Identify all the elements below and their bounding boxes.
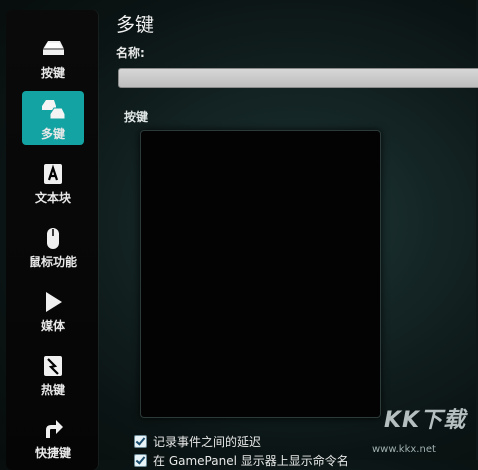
- sidebar-item-label: 热键: [40, 383, 65, 397]
- sidebar-item-textblock[interactable]: 文本块: [22, 155, 84, 209]
- keys-recording-area[interactable]: [140, 130, 381, 418]
- sidebar-item-key[interactable]: 按键: [22, 30, 84, 84]
- keys-label: 按键: [124, 110, 149, 124]
- checkbox-label: 记录事件之间的延迟: [153, 435, 262, 449]
- sidebar-item-label: 鼠标功能: [28, 255, 77, 269]
- hotkey-icon: [44, 356, 62, 376]
- sidebar-item-mouse[interactable]: 鼠标功能: [22, 219, 84, 273]
- key-icon: [43, 41, 64, 55]
- checkbox-checked[interactable]: [134, 454, 147, 467]
- sidebar-item-media[interactable]: 媒体: [22, 283, 84, 337]
- shortcut-arrow-icon: [46, 420, 63, 438]
- play-icon: [46, 292, 62, 312]
- sidebar-item-label: 多键: [40, 127, 65, 141]
- sidebar-item-label: 媒体: [40, 319, 65, 333]
- checkbox-checked[interactable]: [134, 435, 147, 448]
- multi-key-icon: [42, 100, 66, 120]
- checkbox-label: 在 GamePanel 显示器上显示命令名: [153, 454, 349, 468]
- watermark-url: www.kkx.net: [372, 444, 436, 455]
- show-command-name-checkbox[interactable]: 在 GamePanel 显示器上显示命令名: [134, 452, 349, 469]
- name-label: 名称:: [116, 46, 145, 60]
- sidebar-item-hotkey[interactable]: 热键: [22, 347, 84, 401]
- sidebar-item-label: 快捷键: [34, 446, 71, 460]
- mouse-icon: [47, 228, 59, 249]
- watermark-logo: KK下载: [384, 408, 467, 433]
- sidebar-item-label: 文本块: [34, 191, 71, 205]
- text-block-icon: [44, 164, 62, 184]
- sidebar-item-shortcut[interactable]: 快捷键: [22, 410, 84, 464]
- sidebar-item-label: 按键: [40, 66, 65, 80]
- record-delays-checkbox[interactable]: 记录事件之间的延迟: [134, 433, 261, 450]
- sidebar: 按键 多键 文本块 鼠标功能 媒体 热键 快捷键: [6, 10, 98, 470]
- name-input[interactable]: [118, 68, 478, 88]
- sidebar-item-multikey[interactable]: 多键: [22, 91, 84, 145]
- page-title: 多键: [116, 14, 155, 36]
